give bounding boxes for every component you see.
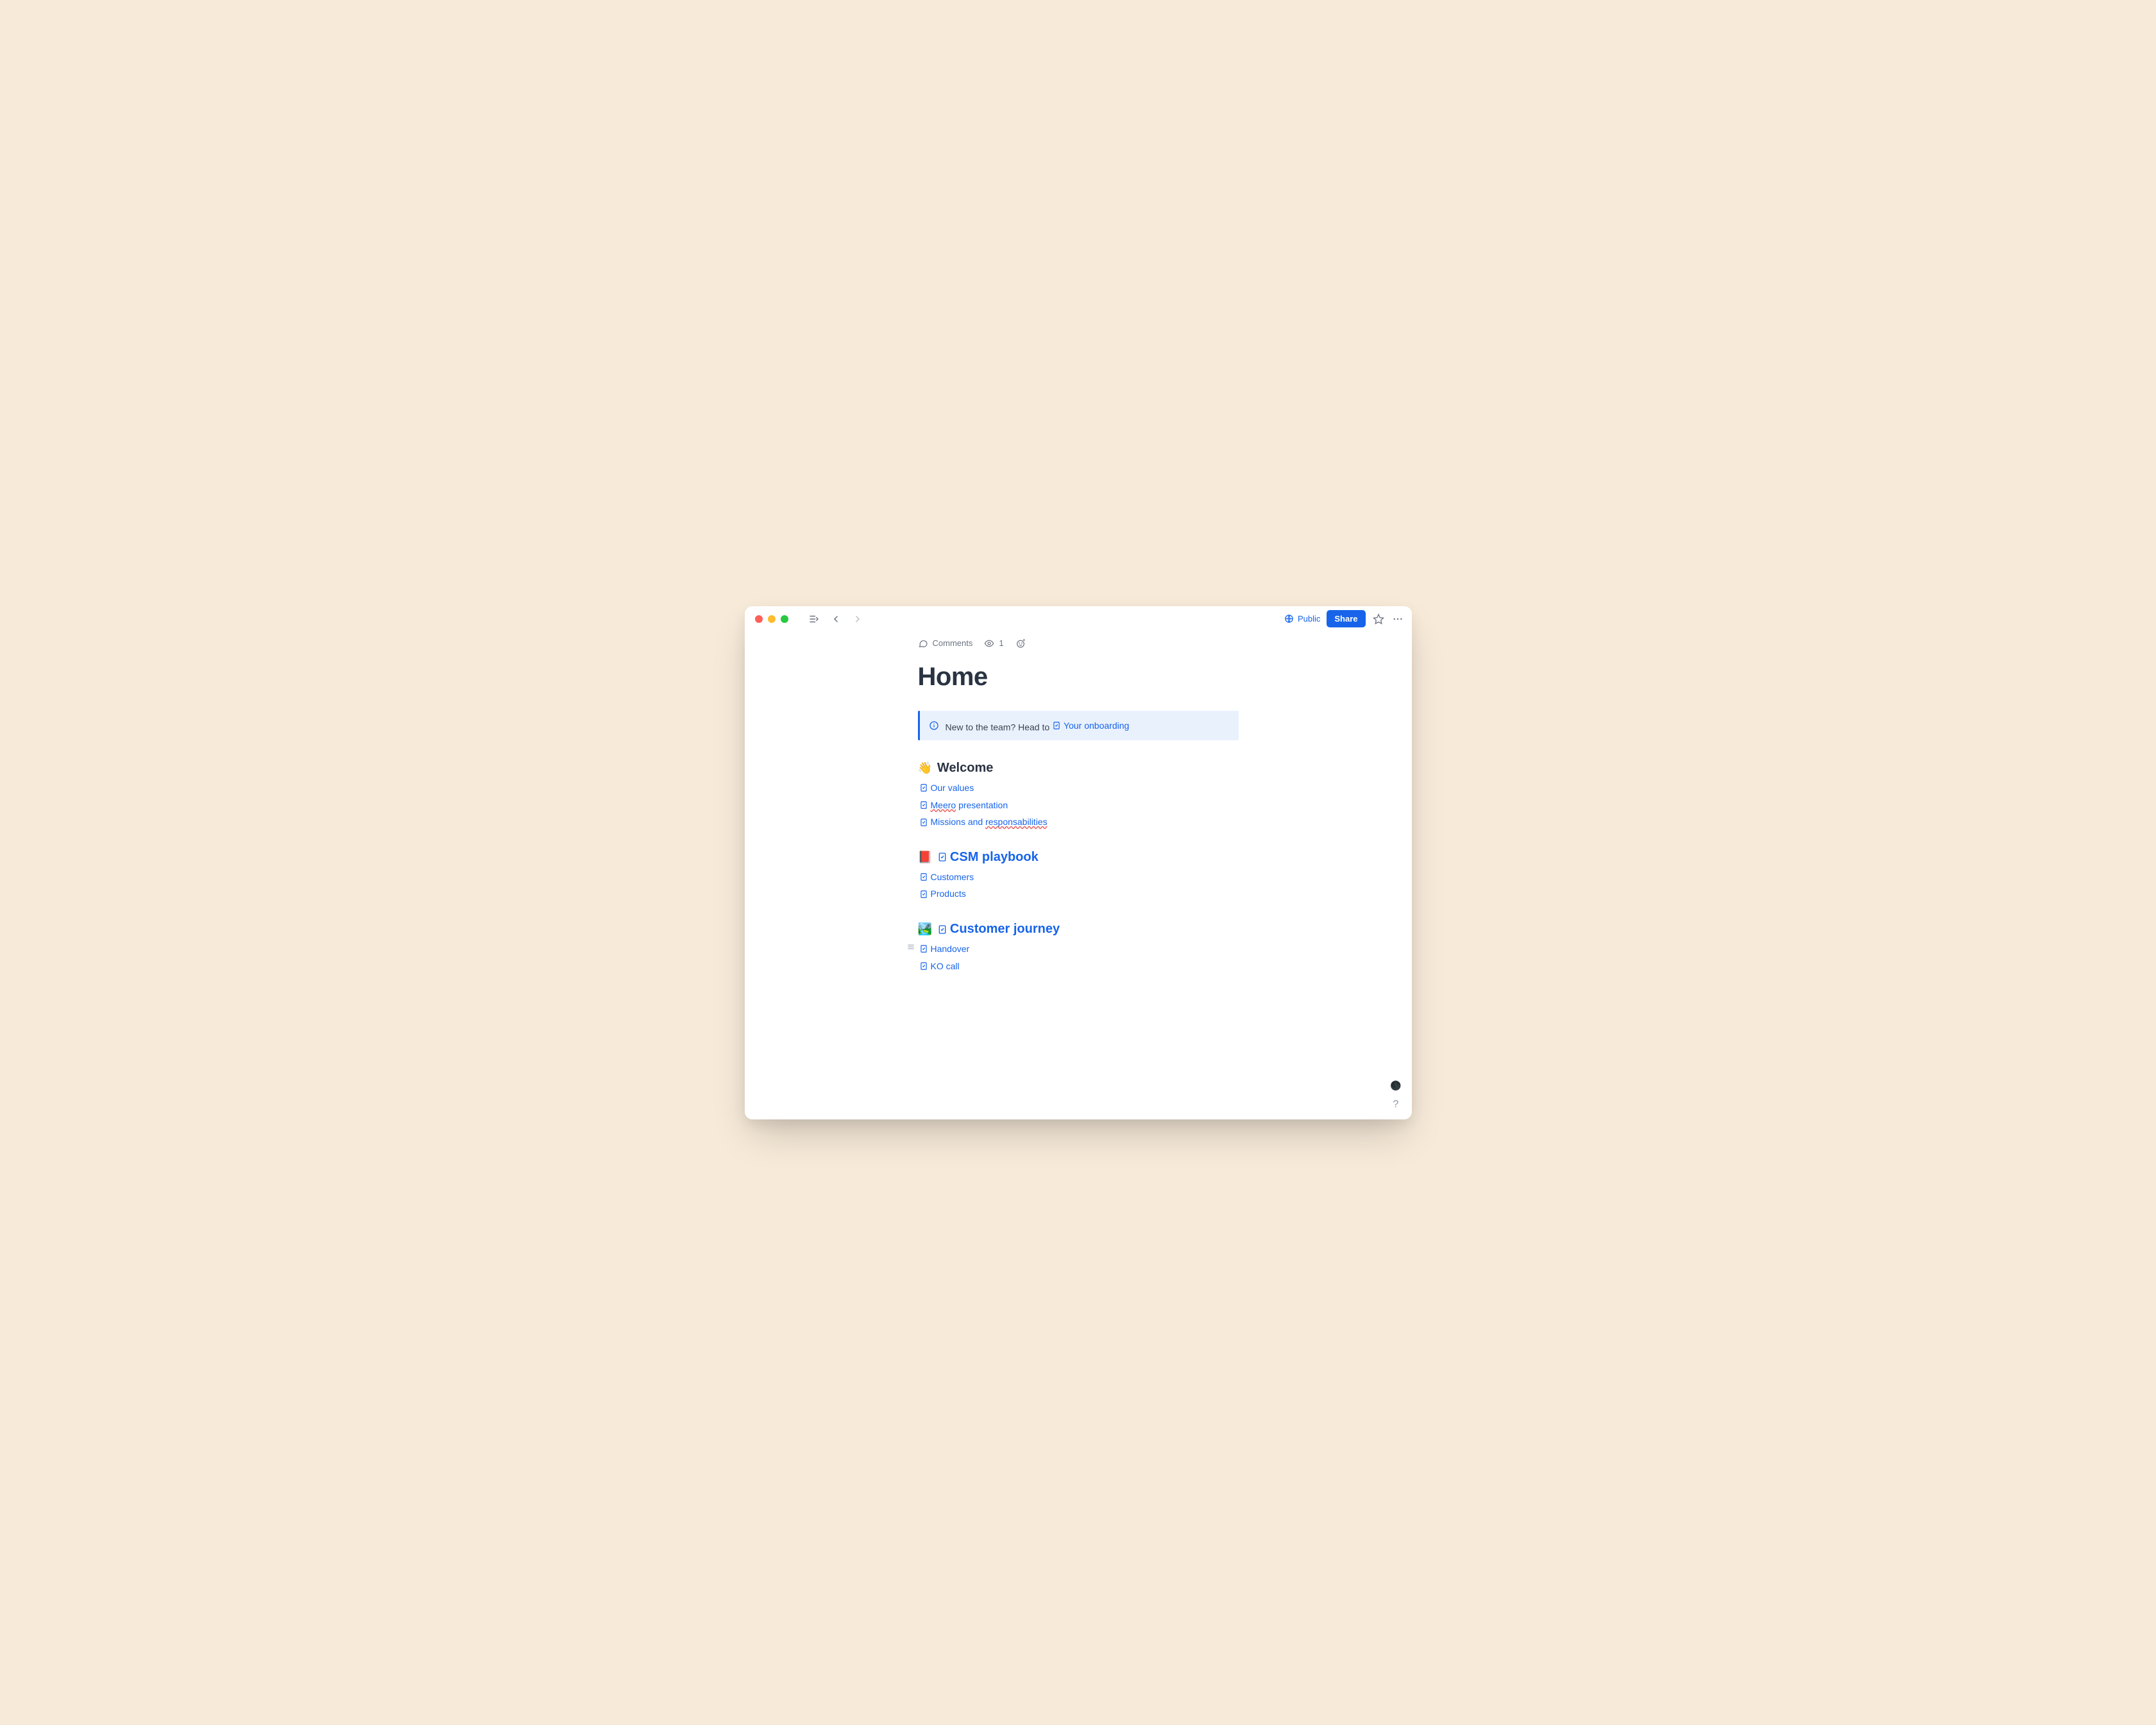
link-label: Our values [931, 779, 974, 797]
app-window: Public Share Comments 1 [745, 606, 1412, 1119]
section-welcome: 👋 Welcome Our values Meero presentation … [918, 761, 1239, 831]
titlebar-left [808, 613, 864, 625]
visibility-label: Public [1298, 614, 1320, 624]
wave-emoji-icon: 👋 [918, 761, 932, 775]
views-indicator[interactable]: 1 [984, 638, 1003, 649]
share-button[interactable]: Share [1327, 610, 1365, 627]
section-welcome-links: Our values Meero presentation Missions a… [918, 779, 1239, 831]
info-icon [929, 720, 939, 731]
window-controls [755, 615, 788, 623]
visibility-public-button[interactable]: Public [1284, 614, 1320, 624]
section-journey: 🏞️ Customer journey Handover [918, 922, 1239, 974]
add-reaction-icon[interactable] [1015, 638, 1026, 649]
section-playbook-heading[interactable]: 📕 CSM playbook [918, 850, 1239, 865]
section-journey-links: Handover KO call [918, 940, 1239, 974]
sidebar-toggle-icon[interactable] [808, 613, 820, 625]
link-label: Meero presentation [931, 797, 1008, 814]
page-icon [919, 801, 928, 810]
link-label: Customer journey [950, 922, 1060, 937]
comments-label: Comments [933, 638, 973, 648]
link-label: Missions and responsabilities [931, 813, 1048, 831]
spell-word: Meero [931, 800, 956, 810]
page-title[interactable]: Home [918, 663, 1239, 692]
landscape-emoji-icon: 🏞️ [918, 922, 932, 936]
link-label: CSM playbook [950, 850, 1039, 865]
link-meero-presentation[interactable]: Meero presentation [919, 797, 1008, 814]
more-menu-icon[interactable] [1391, 613, 1404, 625]
section-journey-heading[interactable]: 🏞️ Customer journey [918, 922, 1239, 937]
link-handover[interactable]: Handover [919, 940, 970, 958]
window-minimize-button[interactable] [768, 615, 776, 623]
page-icon [919, 783, 928, 792]
page: Comments 1 Home New to the team? Head to [918, 638, 1239, 975]
page-icon [937, 852, 947, 862]
page-icon [1052, 721, 1061, 730]
floating-controls: 🌑 ? [1390, 1080, 1401, 1110]
callout-text: New to the team? Head to Your onboarding [946, 717, 1130, 735]
link-label: Handover [931, 940, 970, 958]
window-close-button[interactable] [755, 615, 763, 623]
window-zoom-button[interactable] [781, 615, 788, 623]
onboarding-link[interactable]: Your onboarding [1052, 717, 1129, 735]
link-label: Customers [931, 869, 974, 886]
page-icon [919, 944, 928, 953]
nav-forward-button[interactable] [851, 613, 864, 625]
nav-back-button[interactable] [829, 613, 842, 625]
document-content: Comments 1 Home New to the team? Head to [745, 632, 1412, 1119]
page-icon [919, 872, 928, 881]
link-missions[interactable]: Missions and responsabilities [919, 813, 1048, 831]
link-our-values[interactable]: Our values [919, 779, 974, 797]
onboarding-link-label: Your onboarding [1064, 717, 1129, 735]
link-ko-call[interactable]: KO call [919, 958, 960, 975]
link-label: Products [931, 885, 966, 903]
link-customers[interactable]: Customers [919, 869, 974, 886]
titlebar: Public Share [745, 606, 1412, 632]
favorite-star-icon[interactable] [1372, 613, 1385, 625]
info-callout: New to the team? Head to Your onboarding [918, 711, 1239, 741]
book-emoji-icon: 📕 [918, 851, 932, 864]
callout-text-prefix: New to the team? Head to [946, 722, 1053, 732]
section-playbook: 📕 CSM playbook Customers Products [918, 850, 1239, 903]
section-playbook-links: Customers Products [918, 869, 1239, 903]
comments-button[interactable]: Comments [918, 638, 973, 649]
page-icon [919, 818, 928, 827]
link-label: KO call [931, 958, 960, 975]
page-meta-row: Comments 1 [918, 638, 1239, 649]
spell-word: responsabilities [985, 817, 1048, 827]
block-handle-icon[interactable] [906, 942, 915, 955]
link-label-prefix: Missions and [931, 817, 986, 827]
titlebar-right: Public Share [1284, 610, 1404, 627]
section-welcome-title: Welcome [937, 761, 993, 776]
page-icon [919, 962, 928, 971]
section-welcome-heading[interactable]: 👋 Welcome [918, 761, 1239, 776]
page-icon [919, 890, 928, 899]
help-button[interactable]: ? [1393, 1099, 1398, 1110]
views-count: 1 [999, 638, 1003, 648]
link-label-suffix: presentation [956, 800, 1008, 810]
page-icon [937, 924, 947, 935]
link-customer-journey[interactable]: Customer journey [937, 922, 1060, 937]
link-csm-playbook[interactable]: CSM playbook [937, 850, 1039, 865]
whats-new-icon[interactable]: 🌑 [1390, 1080, 1401, 1091]
link-products[interactable]: Products [919, 885, 966, 903]
